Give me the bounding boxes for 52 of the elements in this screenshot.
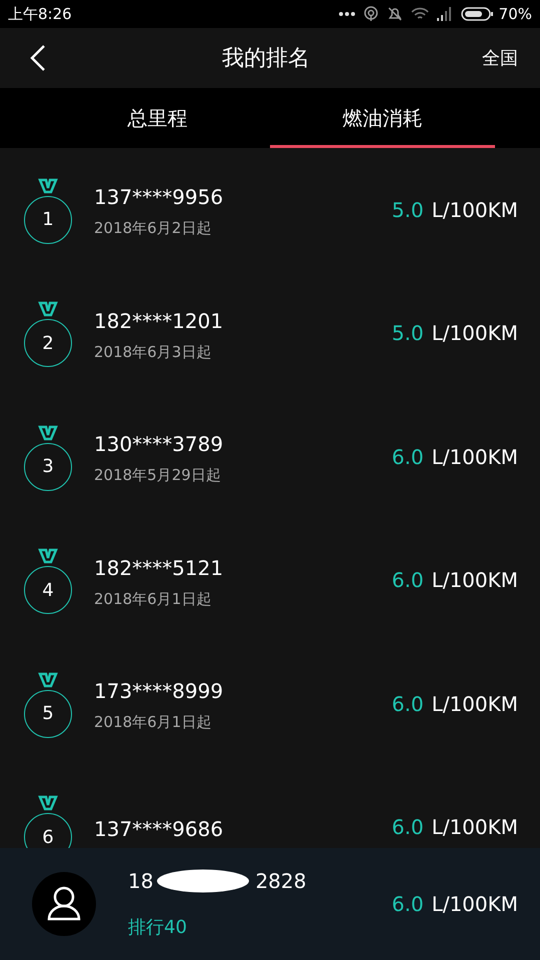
start-date: 2018年6月1日起 xyxy=(94,590,212,609)
ribbon-icon xyxy=(38,795,58,812)
consumption-value: 6.0 xyxy=(392,692,424,716)
tab[interactable]: 燃油消耗 xyxy=(270,88,495,148)
start-date: 2018年5月29日起 xyxy=(94,466,222,486)
consumption-unit: L/100KM xyxy=(432,321,518,346)
hotspot-icon xyxy=(362,6,379,22)
start-date: 2018年6月2日起 xyxy=(94,219,212,238)
consumption-value: 5.0 xyxy=(392,321,424,346)
rank-medal: 1 xyxy=(24,196,72,244)
consumption-value: 6.0 xyxy=(392,444,424,469)
ribbon-icon xyxy=(38,548,58,564)
user-name: 137****9686 xyxy=(94,817,224,842)
consumption-unit: L/100KM xyxy=(432,815,518,840)
user-name: 130****3789 xyxy=(94,432,224,456)
rank-label: 排行40 xyxy=(128,916,188,939)
consumption-unit: L/100KM xyxy=(432,198,518,222)
tab[interactable]: 总里程 xyxy=(45,88,270,148)
consumption-unit: L/100KM xyxy=(432,692,518,716)
ribbon-icon xyxy=(38,301,58,318)
battery-icon xyxy=(460,7,493,21)
consumption-value: 6.0 xyxy=(392,892,424,916)
start-date: 2018年6月3日起 xyxy=(94,342,212,362)
more-icon xyxy=(338,12,355,16)
page-title: 我的排名 xyxy=(221,45,311,73)
avatar-icon xyxy=(32,872,96,936)
consumption-value: 5.0 xyxy=(392,198,424,222)
ribbon-icon xyxy=(38,672,58,688)
consumption-unit: L/100KM xyxy=(432,568,518,592)
rank-medal: 5 xyxy=(24,690,72,738)
rank-medal: 4 xyxy=(24,566,72,614)
user-name: 18 xyxy=(128,869,154,893)
bell-off-icon xyxy=(386,6,403,22)
scope-button[interactable]: 全国 xyxy=(482,46,518,70)
signal-icon xyxy=(436,7,453,21)
consumption-unit: L/100KM xyxy=(432,444,518,469)
status-time: 上午8:26 xyxy=(8,4,72,24)
ribbon-icon xyxy=(38,178,58,194)
start-date: 2018年6月1日起 xyxy=(94,713,212,732)
user-name: 182****1201 xyxy=(94,308,224,333)
user-name: 137****9956 xyxy=(94,185,224,210)
consumption-value: 6.0 xyxy=(392,568,424,592)
wifi-icon xyxy=(410,7,429,21)
user-name: 2828 xyxy=(255,869,306,893)
battery-percent: 70% xyxy=(498,5,532,23)
rank-medal: 2 xyxy=(24,319,72,368)
consumption-value: 6.0 xyxy=(392,815,424,840)
ribbon-icon xyxy=(38,424,58,441)
user-name: 182****5121 xyxy=(94,556,224,580)
user-name: 173****8999 xyxy=(94,679,224,704)
rank-medal: 3 xyxy=(24,442,72,491)
consumption-unit: L/100KM xyxy=(432,892,518,916)
